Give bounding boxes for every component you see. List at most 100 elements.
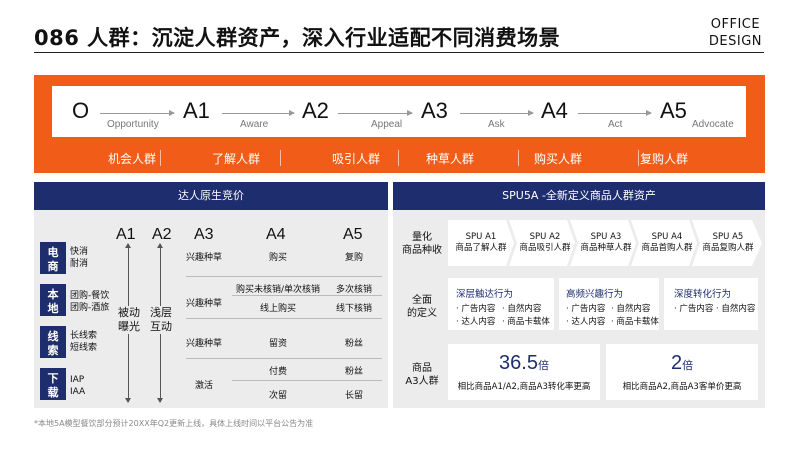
spu-name: 商品吸引人群 [519, 243, 571, 253]
behavior-item: · 自然内容 [611, 304, 651, 314]
row3-a4: 线上购买 [259, 304, 296, 314]
behavior-title: 深度转化行为 [674, 289, 732, 300]
category-items: IAP IAA [70, 374, 85, 398]
category-item: 团购-餐饮 [70, 291, 110, 301]
spu-code: SPU A3 [590, 232, 622, 242]
brand-line-2: DESIGN [708, 34, 762, 49]
stage-name-aware: Aware [240, 119, 269, 130]
stage-code-a4: A4 [541, 98, 568, 123]
col-header-a2: A2 [152, 226, 172, 243]
category-tag-leads: 线索 [40, 326, 66, 358]
category-tag-download: 下载 [40, 368, 66, 400]
behavior-item: · 自然内容 [716, 304, 756, 314]
row-divider [186, 318, 382, 319]
row-divider [186, 358, 382, 359]
row5-a5: 粉丝 [344, 367, 363, 377]
behavior-item: · 商品卡载体 [611, 317, 659, 327]
col-header-a4: A4 [266, 226, 286, 243]
category-item: IAP [70, 375, 85, 385]
behavior-title: 高频兴趣行为 [566, 289, 624, 300]
spu-a4: SPU A4 商品首购人群 [636, 232, 698, 254]
spu-a5: SPU A5 商品复购人群 [697, 232, 759, 254]
row-label-line: 商品种收 [402, 245, 442, 256]
row-label-line: A3人群 [405, 376, 439, 387]
group-label: 了解人群 [211, 152, 260, 166]
row-label-line: 商品 [412, 363, 432, 374]
category-items: 快消 耐消 [70, 246, 88, 270]
category-item: 耐消 [70, 259, 89, 269]
arrow-icon [222, 110, 295, 116]
left-panel-title: 达人原生竞价 [34, 182, 388, 210]
row1-a4: 购买 [268, 253, 287, 263]
stage-code-a5: A5 [660, 98, 687, 123]
stat-value-wrap: 2倍 [606, 352, 758, 375]
stat-value: 36.5 [499, 352, 538, 374]
row-divider [232, 380, 382, 381]
stage-name-ask: Ask [488, 119, 505, 130]
a2-label-line: 互动 [150, 320, 172, 333]
behavior-item: · 广告内容 [674, 304, 714, 314]
category-item: IAA [70, 387, 86, 397]
spu-a1: SPU A1 商品了解人群 [450, 232, 512, 254]
category-item: 快消 [70, 247, 89, 257]
row1-a5: 复购 [344, 253, 363, 263]
behavior-item: · 达人内容 [566, 317, 606, 327]
row-label-quantify: 量化 商品种收 [402, 231, 442, 257]
stat-value: 2 [670, 352, 683, 374]
col-header-a1: A1 [116, 226, 136, 243]
spu-name: 商品了解人群 [455, 243, 507, 253]
row-label-a3-crowd: 商品 A3人群 [402, 362, 442, 388]
row2-a5: 多次核销 [335, 285, 372, 295]
behavior-item: · 广告内容 [566, 304, 606, 314]
stage-name-advocate: Advocate [692, 119, 734, 130]
category-tag-local: 本地 [40, 284, 66, 316]
row6-a4: 次留 [268, 391, 287, 401]
group-label: 复购人群 [639, 152, 688, 166]
row3-a5: 线下核销 [335, 304, 372, 314]
row4-a3: 兴趣种草 [185, 339, 222, 349]
stage-code-a2: A2 [302, 98, 329, 123]
category-label: 下载 [47, 372, 59, 399]
stat-desc: 相比商品A1/A2,商品A3转化率更高 [457, 382, 591, 392]
row-label-line: 的定义 [407, 308, 437, 319]
row4-a5: 粉丝 [344, 339, 363, 349]
right-panel-title: SPU5A -全新定义商品人群资产 [393, 182, 765, 210]
col-header-a5: A5 [343, 226, 363, 243]
group-label: 机会人群 [107, 152, 156, 166]
category-items: 长线索 短线索 [70, 330, 97, 354]
row-label-line: 全面 [412, 295, 432, 306]
category-item: 短线索 [70, 343, 98, 353]
stat-unit: 倍 [537, 359, 549, 372]
group-divider [160, 150, 161, 166]
category-label: 线索 [47, 330, 59, 357]
brand-logo: OFFICE DESIGN [709, 16, 762, 50]
row6-a5: 长留 [344, 391, 363, 401]
arrow-icon [338, 110, 413, 116]
stat-desc: 相比商品A2,商品A3客单价更高 [622, 382, 742, 392]
stage-code-a1: A1 [183, 98, 210, 123]
page-title: 086 人群：沉淀人群资产，深入行业适配不同消费场景 [34, 26, 561, 50]
group-label: 购买人群 [533, 152, 582, 166]
behavior-item: · 自然内容 [502, 304, 542, 314]
stage-code-a3: A3 [421, 98, 448, 123]
spu-name: 商品复购人群 [702, 243, 754, 253]
row-label-definition: 全面 的定义 [402, 294, 442, 320]
spu-code: SPU A1 [465, 232, 497, 242]
brand-line-1: OFFICE [710, 17, 761, 32]
stage-name-opportunity: Opportunity [107, 119, 159, 130]
arrow-icon [100, 110, 175, 116]
category-item: 团购-酒旅 [70, 303, 110, 313]
a2-label: 浅层 互动 [146, 306, 176, 334]
spu-a2: SPU A2 商品吸引人群 [514, 232, 576, 254]
category-label: 电商 [47, 246, 59, 273]
col-header-a3: A3 [194, 226, 214, 243]
spu-name: 商品种草人群 [580, 243, 632, 253]
arrow-icon [460, 110, 534, 116]
category-tag-ecommerce: 电商 [40, 242, 66, 274]
stage-name-act: Act [608, 119, 623, 130]
spu-code: SPU A2 [529, 232, 561, 242]
category-label: 本地 [47, 288, 59, 315]
row5-a4: 付费 [268, 367, 287, 377]
category-items: 团购-餐饮 团购-酒旅 [70, 290, 109, 314]
behavior-title: 深层触达行为 [456, 289, 514, 300]
